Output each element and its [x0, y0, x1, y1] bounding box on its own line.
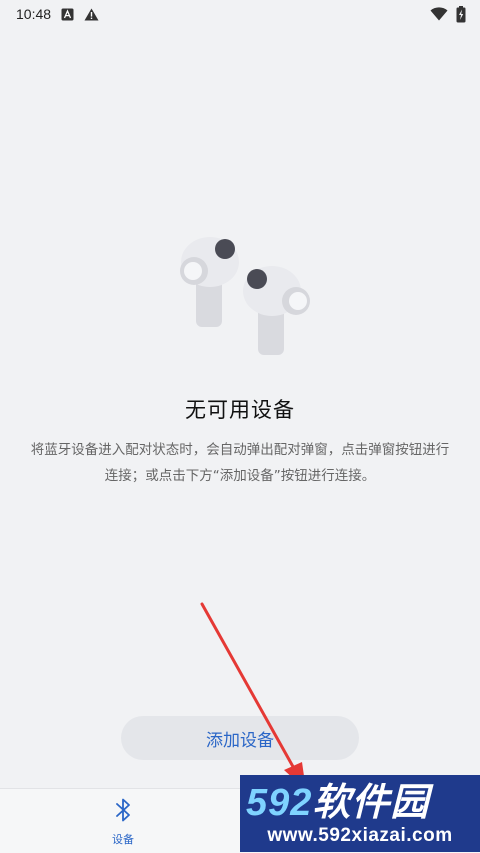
status-time: 10:48: [16, 6, 52, 22]
wifi-icon: [430, 7, 448, 21]
watermark-url: www.592xiazai.com: [267, 825, 453, 846]
nav-item-devices[interactable]: 设备: [90, 797, 156, 849]
add-device-button[interactable]: 添加设备: [121, 716, 359, 760]
earbuds-icon: [160, 225, 320, 365]
watermark-title: 592软件园: [246, 783, 429, 823]
empty-state-title: 无可用设备: [185, 398, 295, 422]
watermark-logo: 592软件园 www.592xiazai.com: [240, 775, 480, 852]
status-bar: 10:48: [0, 0, 480, 28]
battery-charging-icon: [456, 5, 466, 23]
bluetooth-icon: [114, 797, 132, 827]
watermark-number: 592: [246, 782, 313, 824]
notification-a-icon: [61, 8, 74, 21]
watermark-text: 软件园: [312, 782, 430, 824]
status-right: [430, 5, 466, 23]
status-left: 10:48: [16, 6, 99, 22]
nav-item-label: 设备: [112, 833, 134, 846]
warning-icon: [84, 8, 99, 21]
empty-state-description: 将蓝牙设备进入配对状态时，会自动弹出配对弹窗，点击弹窗按钮进行连接；或点击下方“…: [30, 442, 450, 484]
